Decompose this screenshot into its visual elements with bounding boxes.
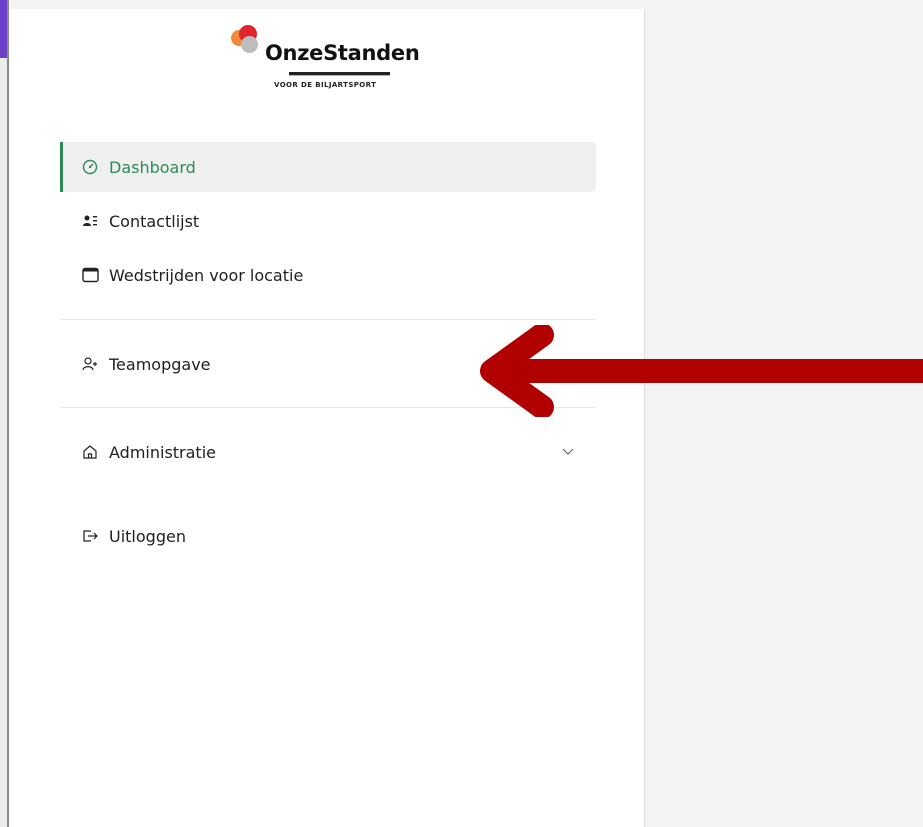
home-icon <box>81 443 99 461</box>
nav-item-administratie[interactable]: Administratie <box>60 427 596 477</box>
nav-item-label: Administratie <box>109 442 216 462</box>
brand-logo[interactable]: OnzeStanden VOOR DE BILJARTSPORT <box>231 25 431 97</box>
screen: OnzeStanden VOOR DE BILJARTSPORT Dashboa… <box>0 0 923 827</box>
nav-item-label: Teamopgave <box>109 354 211 374</box>
nav-item-label: Contactlijst <box>109 211 200 231</box>
gauge-icon <box>81 158 99 176</box>
contact-list-icon <box>81 212 99 230</box>
user-plus-icon <box>81 355 99 373</box>
logout-icon <box>81 527 99 545</box>
sidebar: OnzeStanden VOOR DE BILJARTSPORT Dashboa… <box>9 9 645 827</box>
brand-tagline: VOOR DE BILJARTSPORT <box>274 81 377 89</box>
logo-rule-accent <box>289 75 390 76</box>
chevron-down-icon[interactable] <box>560 443 578 461</box>
nav-item-wedstrijden[interactable]: Wedstrijden voor locatie <box>60 250 596 300</box>
annotation-arrow-icon <box>480 325 923 417</box>
nav-item-dashboard[interactable]: Dashboard <box>60 142 596 192</box>
nav-item-label: Wedstrijden voor locatie <box>109 265 304 285</box>
logo-dot-grey <box>241 36 258 53</box>
logo-mark-icon <box>231 25 267 61</box>
nav-item-contactlijst[interactable]: Contactlijst <box>60 196 596 246</box>
brand-name: OnzeStanden <box>265 41 420 65</box>
nav-divider <box>60 319 596 320</box>
nav-item-uitloggen[interactable]: Uitloggen <box>60 511 596 561</box>
nav-item-label: Dashboard <box>109 157 196 177</box>
window-edge-accent <box>0 0 7 58</box>
nav-item-label: Uitloggen <box>109 526 186 546</box>
calendar-icon <box>81 266 99 284</box>
